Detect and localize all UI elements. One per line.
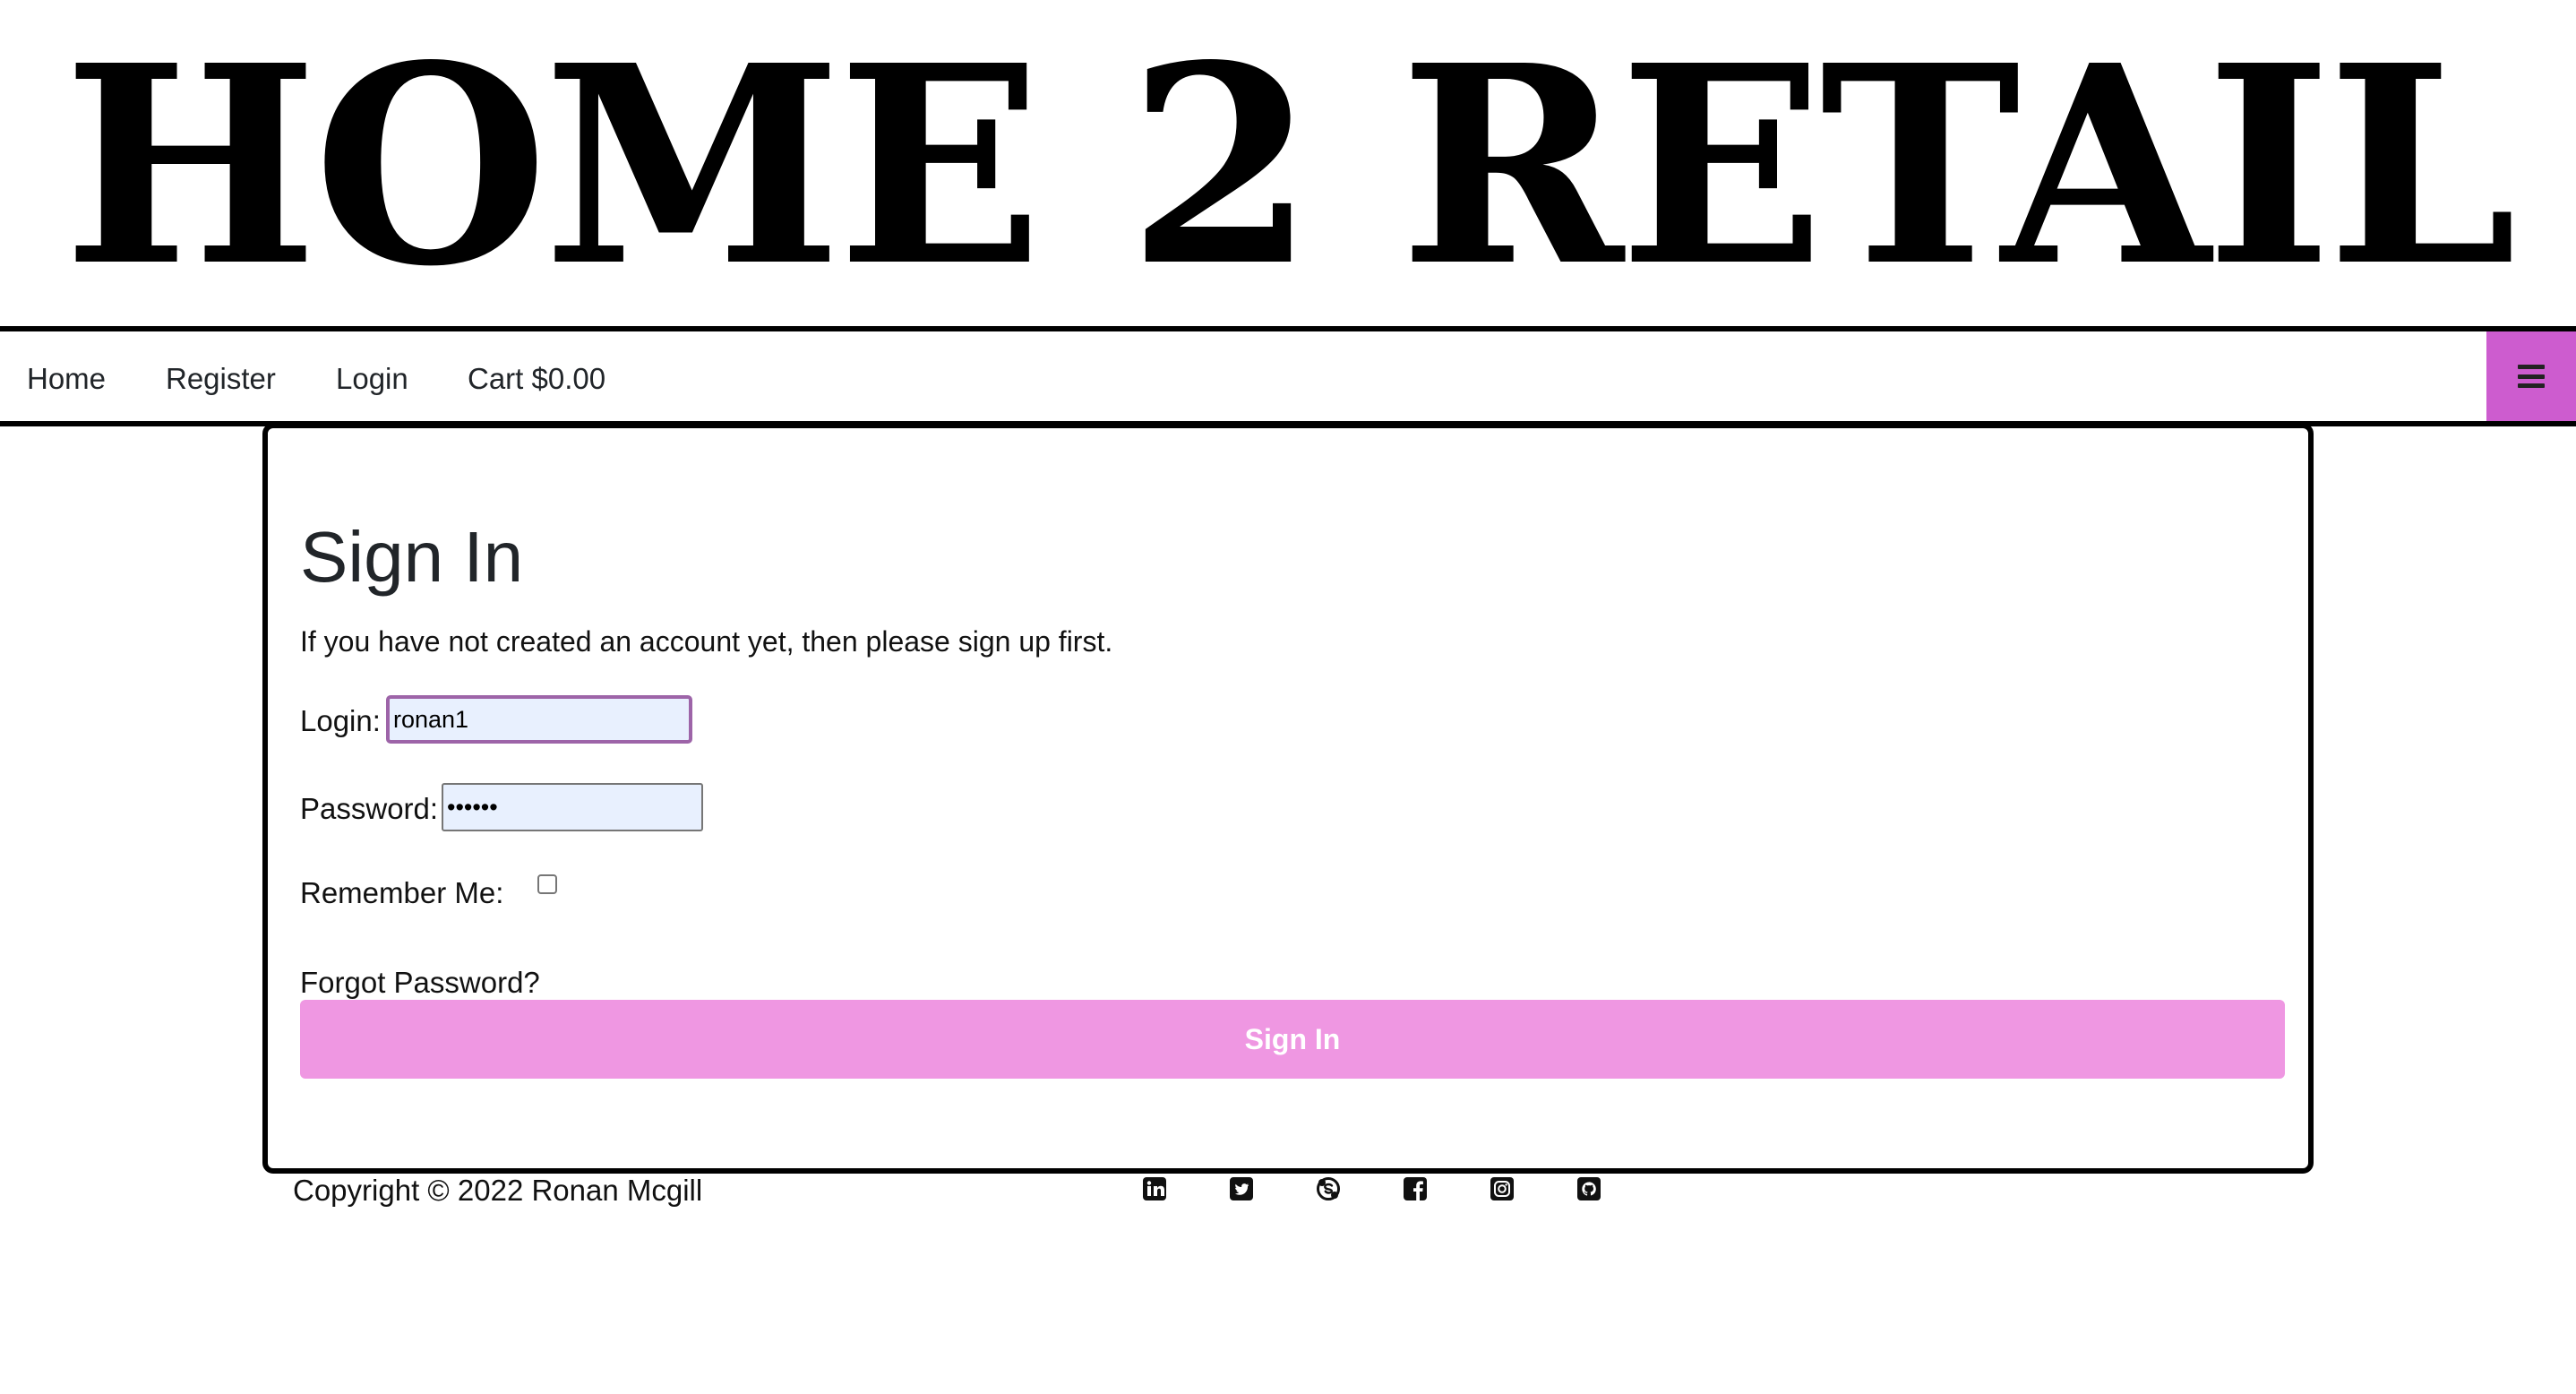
nav-home-link[interactable]: Home: [27, 364, 106, 393]
linkedin-icon[interactable]: [1141, 1175, 1168, 1202]
site-header: HOME 2 RETAIL: [0, 0, 2576, 326]
nav-register-link[interactable]: Register: [166, 364, 276, 393]
login-input[interactable]: [386, 695, 692, 744]
nav-login-link[interactable]: Login: [336, 364, 408, 393]
signin-button[interactable]: Sign In: [300, 1000, 2285, 1079]
remember-me-checkbox[interactable]: [537, 874, 557, 894]
page-title: Sign In: [300, 517, 524, 597]
copyright-text: Copyright © 2022 Ronan Mcgill: [293, 1174, 703, 1207]
password-input[interactable]: [442, 783, 703, 831]
instagram-icon[interactable]: [1489, 1175, 1516, 1202]
twitter-icon[interactable]: [1228, 1175, 1255, 1202]
skype-icon[interactable]: [1315, 1175, 1342, 1202]
facebook-icon[interactable]: [1402, 1175, 1429, 1202]
signin-intro-text: If you have not created an account yet, …: [300, 625, 1113, 658]
github-icon[interactable]: [1576, 1175, 1602, 1202]
hamburger-menu-icon: [2518, 365, 2545, 388]
remember-me-label: Remember Me:: [300, 876, 504, 909]
signin-card: Sign In If you have not created an accou…: [262, 423, 2314, 1174]
site-logo-title[interactable]: HOME 2 RETAIL: [64, 30, 2517, 303]
nav-cart-link[interactable]: Cart $0.00: [468, 364, 605, 393]
menu-toggle-button[interactable]: [2486, 331, 2576, 421]
navbar: Home Register Login Cart $0.00: [0, 326, 2576, 426]
password-label: Password:: [300, 792, 439, 825]
login-label: Login:: [300, 704, 381, 737]
forgot-password-link[interactable]: Forgot Password?: [300, 968, 540, 997]
